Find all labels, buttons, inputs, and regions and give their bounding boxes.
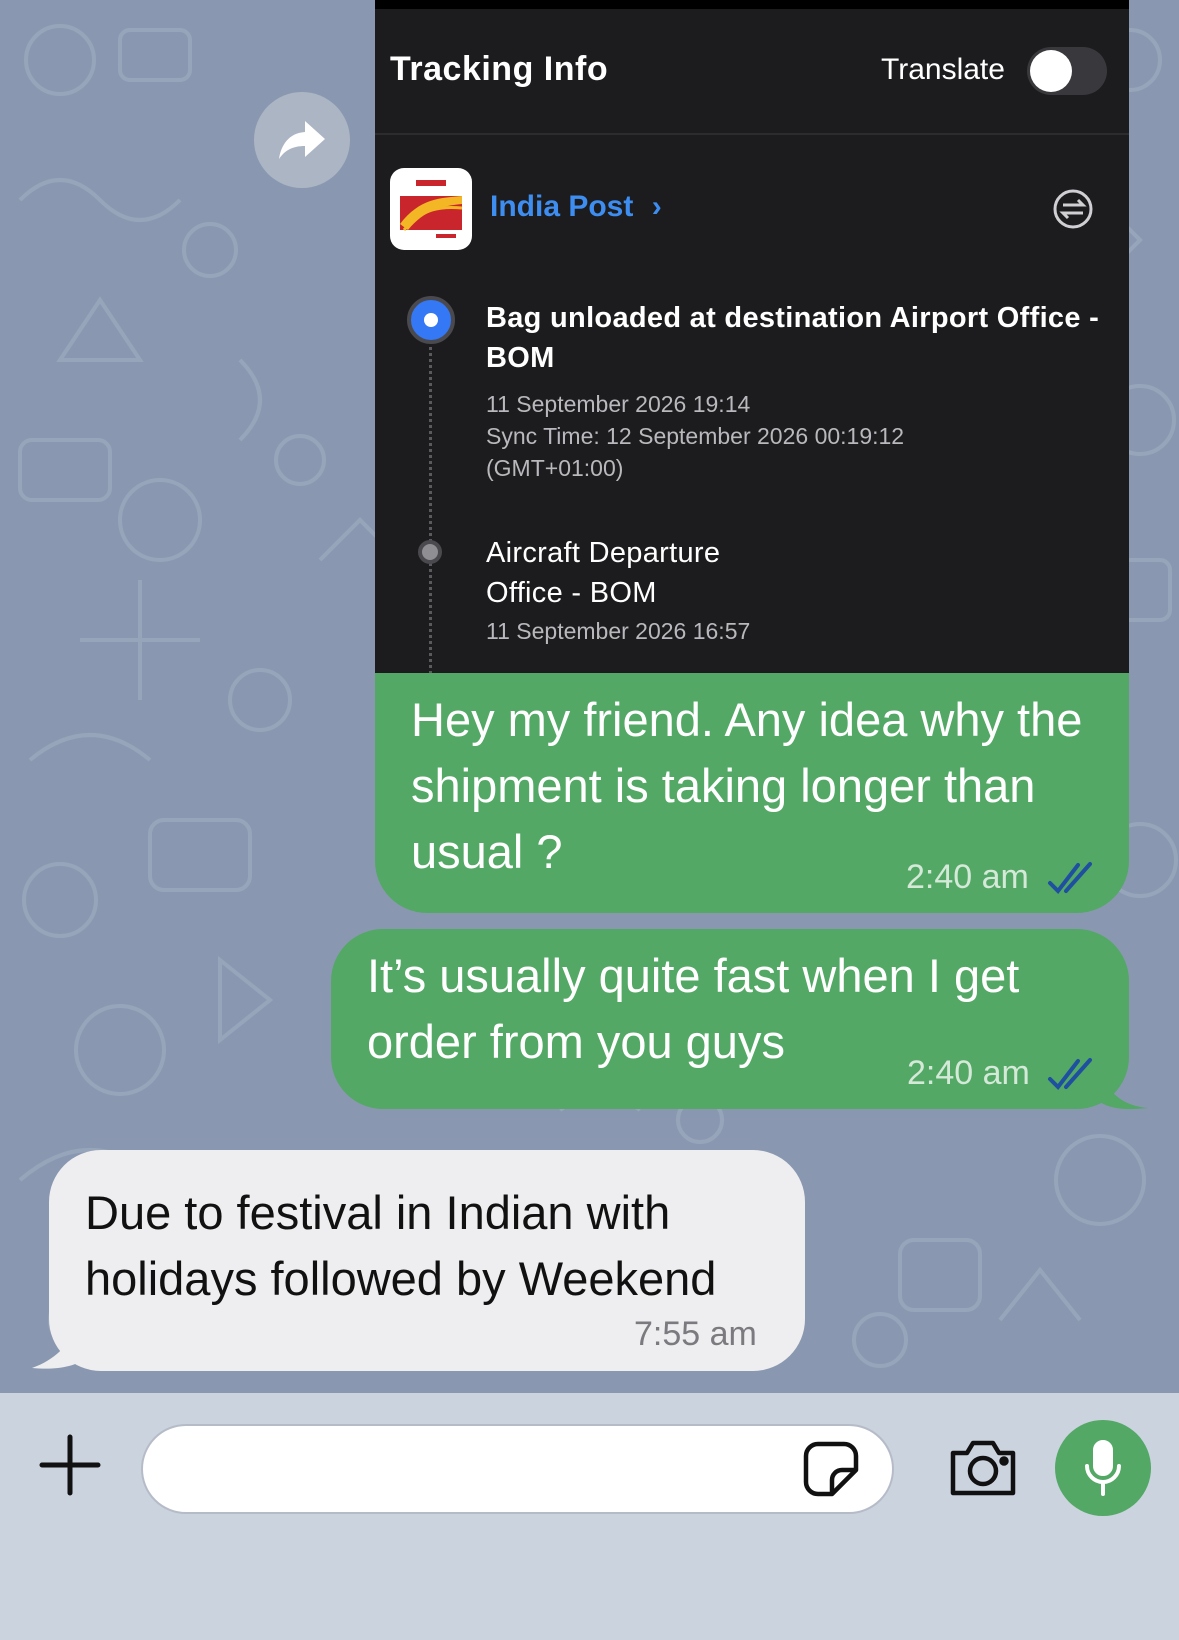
forward-button[interactable] — [254, 92, 350, 188]
india-post-logo — [390, 168, 472, 250]
translate-toggle — [1027, 47, 1107, 95]
event-time: 11 September 2026 19:14 — [486, 391, 751, 417]
sticker-icon[interactable] — [802, 1440, 860, 1498]
timeline-dot-current — [407, 296, 455, 344]
message-text: Hey my friend. Any idea why the shipment… — [411, 693, 1083, 878]
event-time: 11 September 2026 16:57 — [486, 618, 751, 644]
event-title: Bag unloaded at destination Airport Offi… — [486, 302, 1100, 374]
forward-arrow-icon — [279, 121, 325, 159]
incoming-message[interactable]: Due to festival in Indian with holidays … — [49, 1150, 805, 1371]
translate-label: Translate — [881, 53, 1005, 86]
event-location: Office - BOM — [486, 577, 657, 609]
microphone-button[interactable] — [1055, 1420, 1151, 1516]
message-time: 2:40 am — [907, 1054, 1030, 1092]
event-title: Aircraft Departure — [486, 537, 721, 569]
swap-arrows-icon — [1053, 189, 1093, 229]
timeline-line — [429, 340, 432, 673]
bubble-tail — [1100, 1070, 1148, 1110]
message-input[interactable] — [141, 1424, 894, 1514]
camera-icon[interactable] — [947, 1437, 1019, 1499]
image-top-edge — [375, 0, 1129, 9]
outgoing-message[interactable]: It’s usually quite fast when I get order… — [331, 929, 1129, 1109]
message-time: 7:55 am — [634, 1315, 757, 1353]
toggle-knob — [1030, 50, 1072, 92]
tracking-screenshot-image[interactable]: Tracking Info Translate India Post › Bag… — [375, 0, 1129, 673]
chat-background: Tracking Info Translate India Post › Bag… — [0, 0, 1179, 1393]
message-time: 2:40 am — [906, 858, 1029, 896]
double-check-icon — [1048, 1058, 1092, 1091]
timeline-dot-past — [418, 540, 442, 564]
event-sync-time: Sync Time: 12 September 2026 00:19:12 (G… — [486, 423, 905, 481]
tracking-title: Tracking Info — [390, 50, 609, 88]
outgoing-message[interactable]: Hey my friend. Any idea why the shipment… — [375, 673, 1129, 913]
carrier-name: India Post — [490, 190, 634, 223]
microphone-icon — [1085, 1440, 1121, 1496]
double-check-icon — [1048, 862, 1092, 895]
chevron-right-icon: › — [651, 190, 662, 223]
composer-bar — [0, 1393, 1179, 1640]
divider — [375, 133, 1129, 135]
message-text: Due to festival in Indian with holidays … — [85, 1186, 717, 1305]
carrier-link: India Post › — [490, 190, 662, 224]
plus-icon[interactable] — [38, 1433, 102, 1497]
